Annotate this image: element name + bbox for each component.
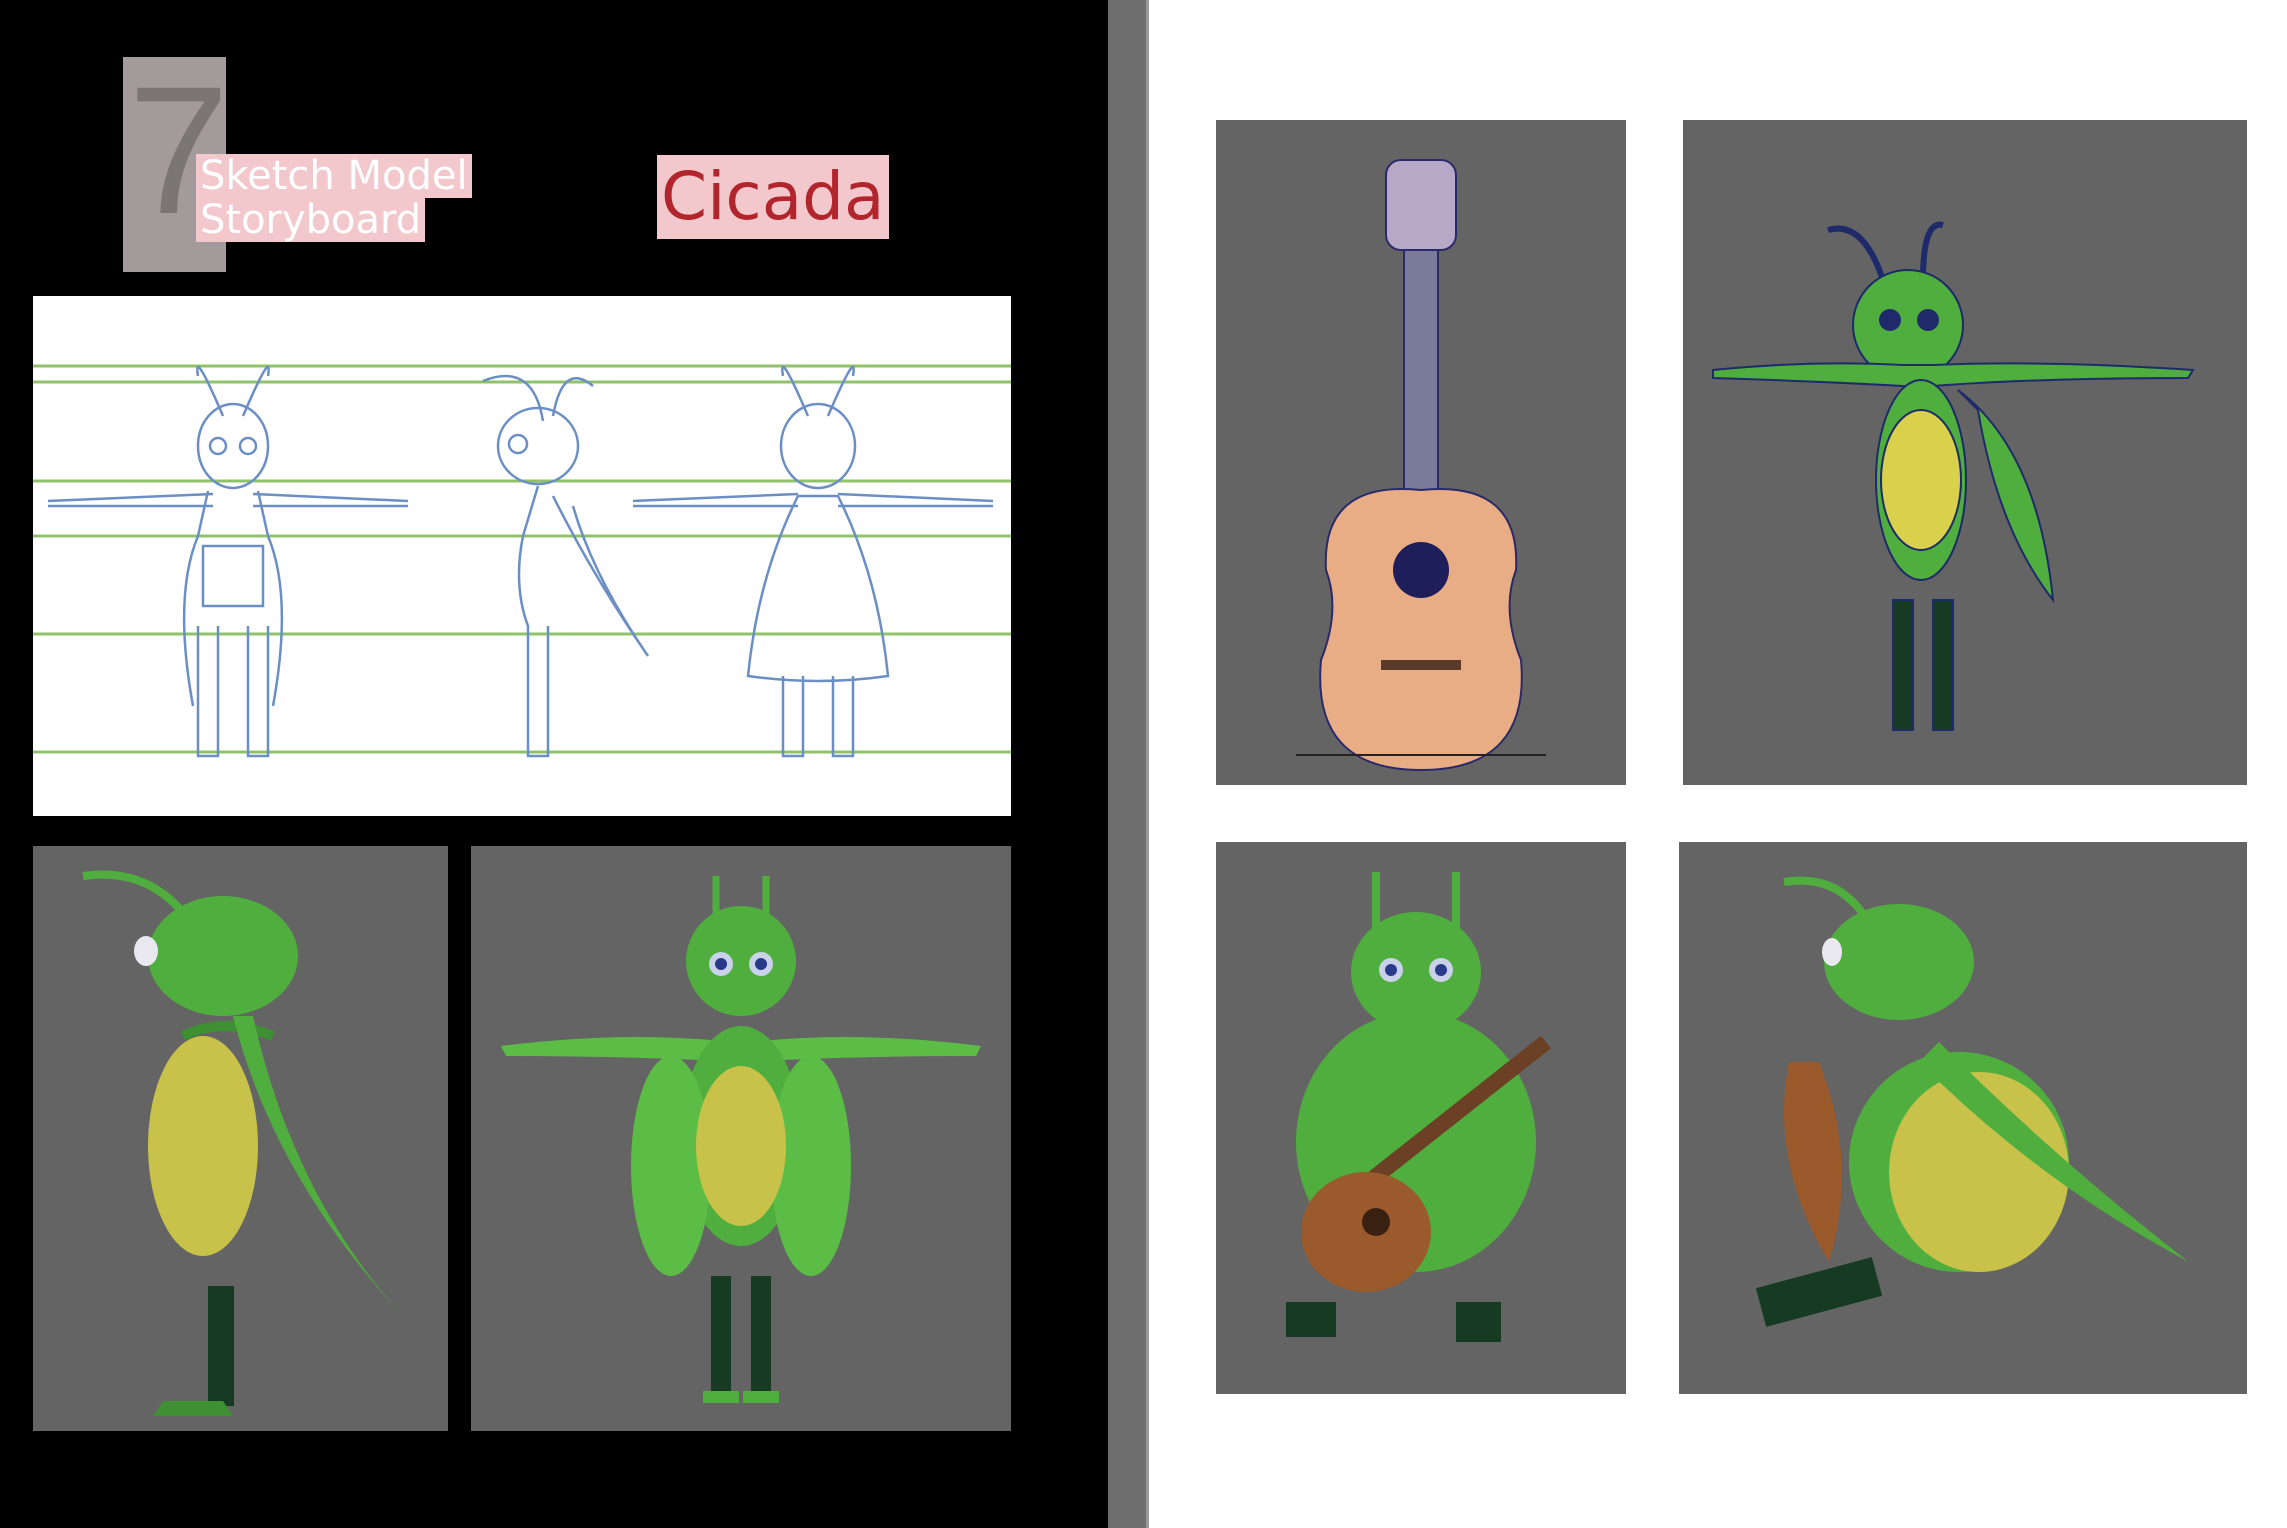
cicada-wireframe-image bbox=[1683, 120, 2247, 785]
render-playing-side-image bbox=[1679, 842, 2247, 1394]
guitar-wireframe-drawing bbox=[1296, 159, 1546, 772]
render-side-drawing bbox=[82, 870, 403, 1416]
render-front-drawing bbox=[501, 876, 981, 1403]
sketch-turnaround-drawing bbox=[33, 364, 1011, 758]
sketch-turnaround-image bbox=[33, 296, 1011, 816]
cicada-wireframe-drawing bbox=[1712, 221, 2195, 731]
subtitle-line-1: Sketch Model bbox=[196, 154, 472, 198]
page-title: Cicada bbox=[657, 155, 889, 239]
render-playing-front-drawing bbox=[1286, 872, 1551, 1342]
guitar-wireframe-image bbox=[1216, 120, 1626, 785]
subtitle-line-2: Storyboard bbox=[196, 198, 426, 242]
render-playing-front-image bbox=[1216, 842, 1626, 1394]
page-gutter bbox=[1108, 0, 1146, 1528]
render-front-image bbox=[471, 846, 1011, 1431]
render-playing-side-drawing bbox=[1755, 876, 2189, 1327]
render-side-image bbox=[33, 846, 448, 1431]
